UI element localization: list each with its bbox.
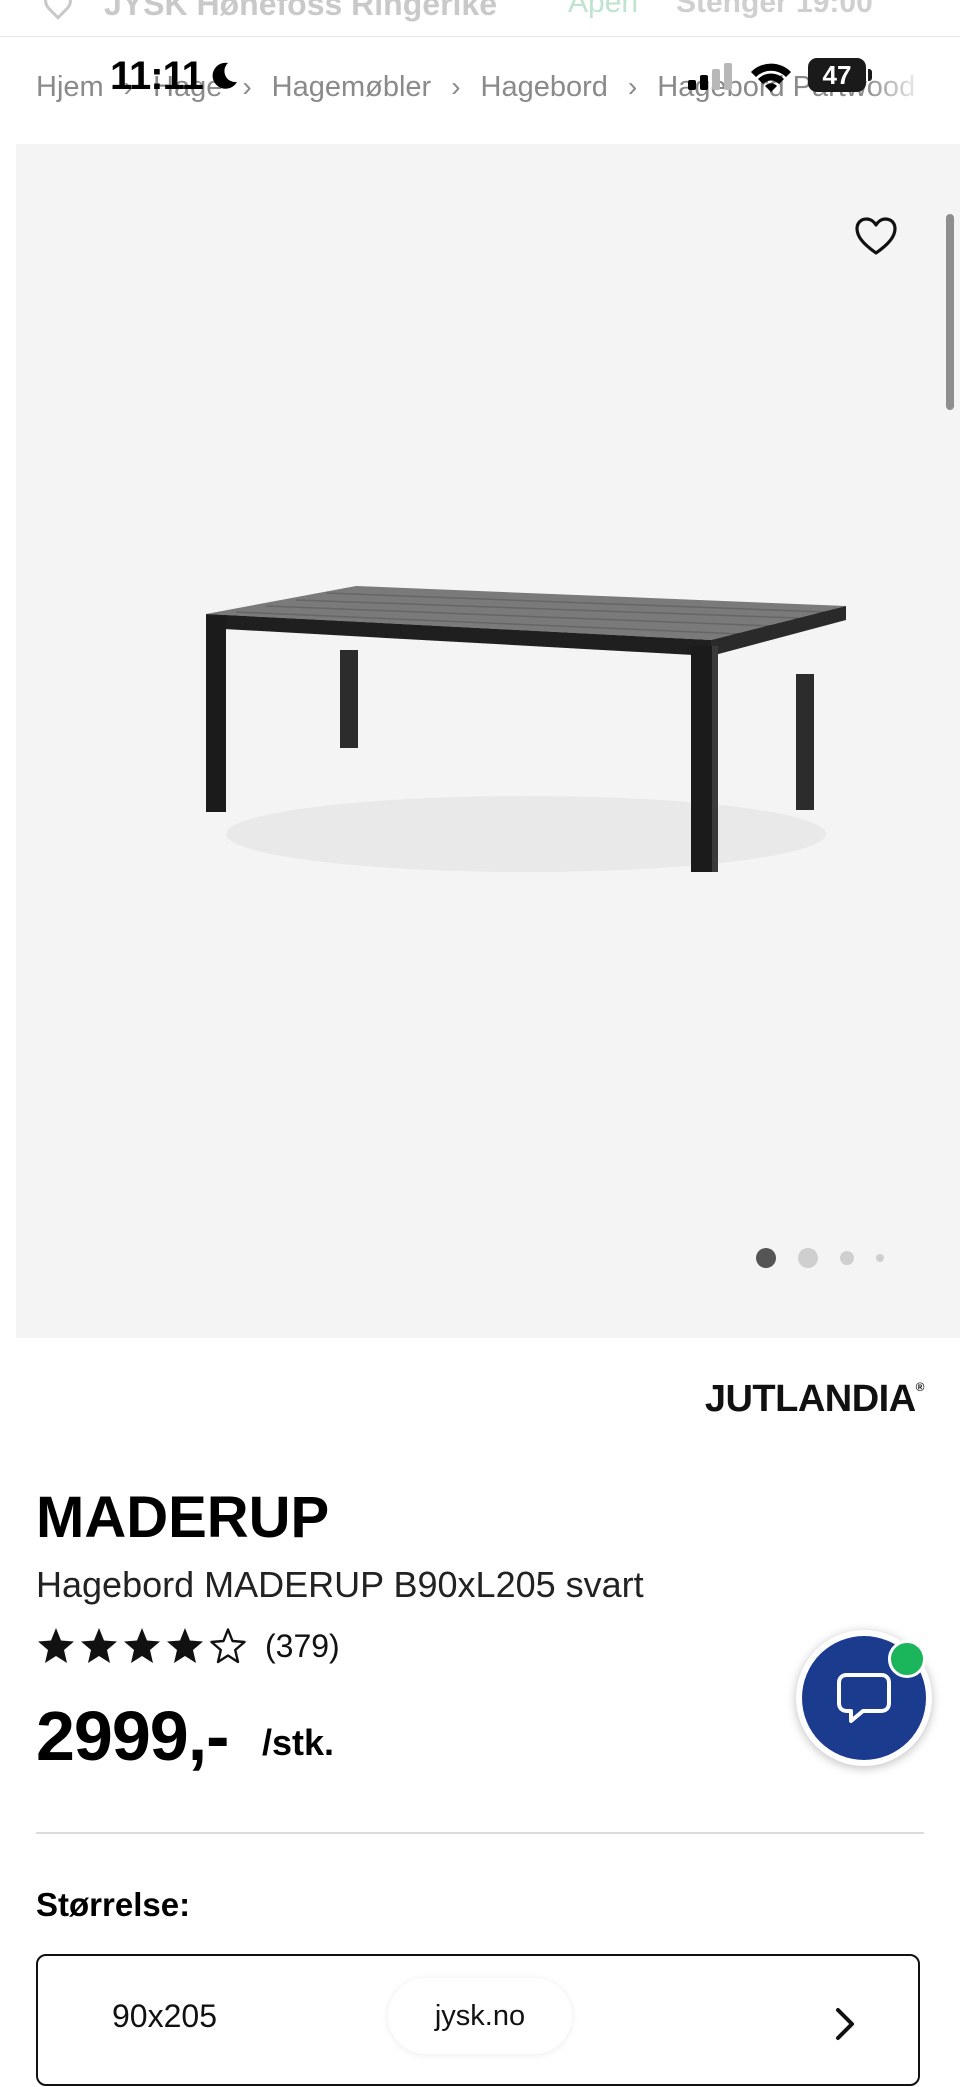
product-price: 2999,-: [36, 1697, 229, 1775]
breadcrumb-item-garden-furniture[interactable]: Hagemøbler: [272, 71, 432, 104]
store-name: JYSK Hønefoss Ringerike: [104, 0, 497, 22]
price-unit: /stk.: [262, 1722, 335, 1763]
breadcrumb-fade: [866, 62, 926, 112]
favorite-button[interactable]: [850, 210, 902, 262]
online-status-indicator: [888, 1640, 926, 1678]
gallery-dot[interactable]: [876, 1254, 884, 1262]
browser-url-pill[interactable]: jysk.no: [388, 1978, 572, 2054]
chevron-right-icon: ›: [627, 71, 638, 103]
gallery-dot[interactable]: [798, 1248, 818, 1268]
star-filled-icon: [38, 1628, 74, 1663]
chat-button[interactable]: [796, 1630, 932, 1766]
star-filled-icon: [81, 1628, 117, 1663]
star-filled-icon: [124, 1628, 160, 1663]
gallery-scrollbar[interactable]: [946, 214, 954, 410]
size-selected-value: 90x205: [112, 1998, 217, 2034]
breadcrumb-item-home[interactable]: Hjem: [36, 71, 104, 104]
chevron-right-icon: ›: [242, 71, 252, 103]
chat-bubble-icon: [837, 1673, 891, 1723]
gallery-dot[interactable]: [840, 1251, 854, 1265]
store-closing-time: Stenger 19:00: [676, 0, 873, 19]
store-open-status: Åpen: [568, 0, 639, 19]
gallery-pagination[interactable]: [756, 1242, 916, 1272]
product-title: MADERUP: [36, 1485, 330, 1550]
size-label: Størrelse:: [36, 1886, 191, 1923]
star-filled-icon: [167, 1628, 203, 1663]
star-empty-icon: [210, 1628, 246, 1664]
chevron-right-icon: ›: [451, 71, 461, 103]
product-subtitle: Hagebord MADERUP B90xL205 svart: [36, 1564, 644, 1605]
section-divider: [36, 1832, 924, 1834]
breadcrumb: Hjem › Hage › Hagemøbler › Hagebord › Hagebord P…: [36, 70, 926, 114]
product-image-gallery[interactable]: [16, 144, 960, 1338]
store-info-bar[interactable]: JYSK Hønefoss Ringerike Åpen Stenger 19:…: [0, 0, 960, 37]
chevron-right-icon: ›: [123, 71, 133, 103]
gallery-dot-active[interactable]: [756, 1248, 776, 1268]
location-pin-icon: [38, 0, 78, 20]
heart-icon: [855, 217, 897, 255]
product-rating[interactable]: (379): [36, 1624, 340, 1668]
breadcrumb-item-garden[interactable]: Hage: [153, 71, 222, 104]
breadcrumb-item-garden-tables[interactable]: Hagebord: [481, 71, 608, 104]
rating-count[interactable]: (379): [265, 1628, 340, 1665]
brand-logo: JUTLANDIA®: [704, 1378, 925, 1420]
product-image-table[interactable]: [166, 564, 866, 924]
chevron-right-icon: [836, 2008, 854, 2040]
